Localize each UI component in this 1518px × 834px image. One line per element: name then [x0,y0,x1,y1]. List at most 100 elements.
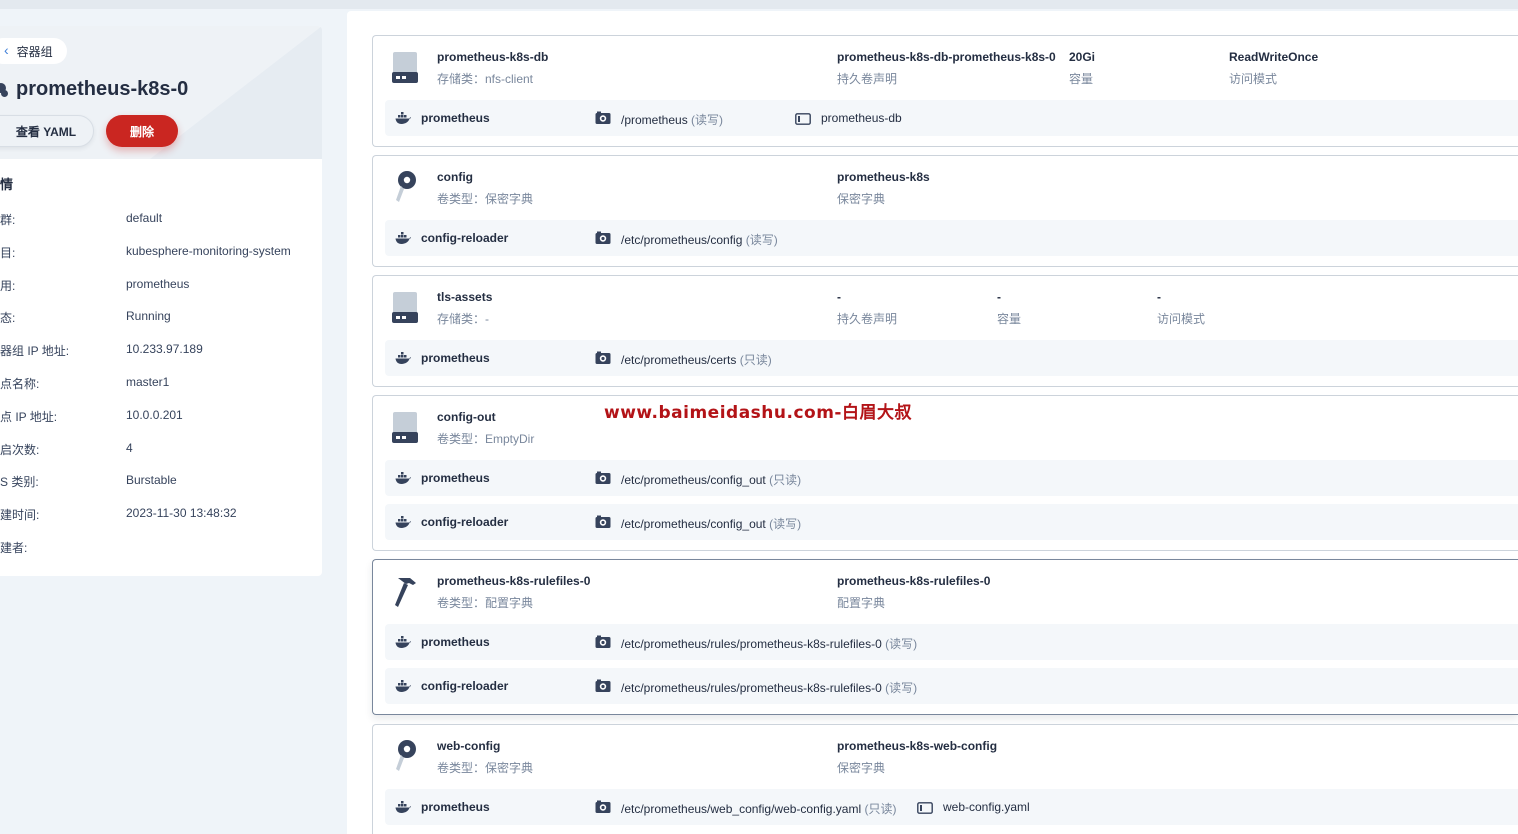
volume-name: web-config [437,739,501,753]
container-name: prometheus [421,351,490,365]
detail-key: 建者: [0,541,28,555]
mount-path-icon [595,231,611,245]
mount-path-text: /prometheus [621,113,688,127]
volume-col-value: - [1157,290,1161,304]
volume-col-label: 容量 [997,312,1022,326]
volume-col-value: ReadWriteOnce [1229,50,1319,64]
view-yaml-button[interactable]: 查看 YAML [0,115,94,147]
detail-row: 点 IP 地址: 10.0.0.201 [0,408,322,424]
mount-mode: (读写) [885,637,918,651]
volume-col-label: 保密字典 [837,192,886,206]
detail-value: 10.0.0.201 [126,407,183,422]
volume-col-label: 保密字典 [837,761,886,775]
storage-icon [391,290,419,324]
detail-key: 点 IP 地址: [0,409,58,424]
volume-name: tls-assets [437,290,493,304]
mount-row: prometheus/prometheus (读写) prometheus-db [385,100,1518,136]
volume-col-label: 配置字典 [837,596,886,610]
detail-row: 目: kubesphere-monitoring-system [0,244,322,260]
storage-icon [391,50,419,84]
mount-path-icon [595,635,611,649]
mount-row: prometheus/etc/prometheus/web_config/web… [385,789,1518,825]
mount-subpath: prometheus-db [821,111,902,125]
mount-path-text: /etc/prometheus/config_out [621,517,766,531]
volume-col-value: prometheus-k8s-web-config [837,739,998,753]
docker-icon [395,471,411,485]
detail-value: Burstable [126,473,177,488]
volume-card[interactable]: tls-assets 存储类：- - 持久卷声明 - 容量 - 访问模式 prometheus /… [372,275,1518,387]
details-section-title: 情 [0,177,14,192]
volume-card[interactable]: prometheus-k8s-db 存储类：nfs-client prometheu… [372,35,1518,147]
docker-icon [395,679,411,693]
container-name: prometheus [421,111,490,125]
volume-col-value: prometheus-k8s-rulefiles-0 [837,574,991,588]
mount-path-icon [595,515,611,529]
detail-key: 启次数: [0,442,40,457]
pod-name: prometheus-k8s-0 [16,78,189,100]
delete-button[interactable]: 删除 [106,115,178,147]
volume-card[interactable]: web-config 卷类型：保密字典 prometheus-k8s-web-con… [372,724,1518,834]
container-name: prometheus [421,471,490,485]
detail-key: 点名称: [0,377,40,391]
docker-icon [395,515,411,529]
mount-path: /prometheus (读写) [621,111,723,128]
volume-type: 存储类：nfs-client [437,72,534,86]
volume-col-label: 持久卷声明 [837,72,898,86]
docker-icon [395,231,411,245]
mount-row: prometheus/etc/prometheus/config_out (只读… [385,460,1518,496]
volume-col-value: - [997,290,1001,304]
detail-row: 态: Running [0,309,322,325]
back-label: 容器组 [16,44,53,59]
detail-value: 10.233.97.189 [126,342,203,357]
docker-icon [395,111,411,125]
detail-key: 目: [0,245,16,260]
container-name: prometheus [421,800,490,814]
volume-name: config-out [437,410,496,424]
mount-row: prometheus/etc/prometheus/certs (只读) [385,340,1518,376]
detail-value: Running [126,309,171,324]
storage-icon [391,410,419,444]
container-name: prometheus [421,635,490,649]
mount-path: /etc/prometheus/config (读写) [621,231,778,248]
volume-card[interactable]: prometheus-k8s-rulefiles-0 卷类型：配置字典 promet… [372,559,1518,715]
detail-key: 用: [0,278,16,293]
mount-mode: (只读) [769,473,802,487]
detail-value: 2023-11-30 13:48:32 [126,506,237,521]
volume-name: config [437,170,473,184]
back-button[interactable]: ‹ 容器组 [0,38,67,64]
mount-mode: (读写) [885,681,918,695]
volume-type: 存储类：- [437,312,489,326]
mount-path: /etc/prometheus/config_out (只读) [621,471,801,488]
detail-value: 4 [126,440,133,455]
volume-col-value: - [837,290,841,304]
mount-path-text: /etc/prometheus/config [621,233,743,247]
volume-col-label: 访问模式 [1157,312,1206,326]
mount-mode: (读写) [691,113,724,127]
volume-card[interactable]: config 卷类型：保密字典 prometheus-k8s 保密字典 config-r… [372,155,1518,267]
key-icon [391,739,419,773]
volume-col-label: 容量 [1069,72,1094,86]
mount-path-text: /etc/prometheus/config_out [621,473,766,487]
chevron-left-icon: ‹ [4,42,9,58]
mount-path-icon [595,111,611,125]
detail-value: default [126,211,163,225]
mount-path: /etc/prometheus/certs (只读) [621,351,772,368]
volume-col-value: prometheus-k8s [837,170,930,184]
detail-row: 建者: [0,539,322,555]
subpath-icon [795,112,811,125]
detail-row: 用: prometheus [0,277,322,293]
detail-row: 器组 IP 地址: 10.233.97.189 [0,342,322,358]
top-strip [0,0,1518,9]
mount-path: /etc/prometheus/rules/prometheus-k8s-rul… [621,679,917,696]
mount-mode: (只读) [739,353,772,367]
mount-path-icon [595,351,611,365]
detail-key: S 类别: [0,475,39,490]
detail-key: 态: [0,311,16,326]
mount-path-text: /etc/prometheus/web_config/web-config.ya… [621,802,862,816]
volume-name: prometheus-k8s-rulefiles-0 [437,574,591,588]
volume-card[interactable]: config-out 卷类型：EmptyDir prometheus/etc/pro… [372,395,1518,551]
detail-key: 群: [0,213,16,227]
mount-path: /etc/prometheus/rules/prometheus-k8s-rul… [621,635,917,652]
docker-icon [395,800,411,814]
mount-subpath: web-config.yaml [943,800,1030,814]
